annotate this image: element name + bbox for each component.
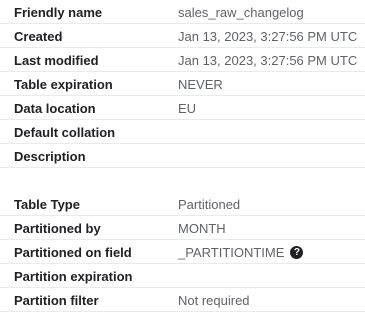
- detail-row-partitioned-by: Partitioned by MONTH: [0, 216, 365, 240]
- detail-label: Partition filter: [14, 293, 99, 308]
- detail-value: EU: [178, 101, 197, 116]
- detail-label: Data location: [14, 101, 96, 116]
- detail-label: Created: [14, 29, 63, 44]
- detail-label: Partitioned on field: [14, 245, 132, 260]
- detail-row-default-collation: Default collation: [0, 120, 365, 144]
- detail-label: Description: [14, 149, 86, 164]
- detail-row-last-modified: Last modified Jan 13, 2023, 3:27:56 PM U…: [0, 48, 365, 72]
- detail-label: Table Type: [14, 197, 80, 212]
- detail-row-table-expiration: Table expiration NEVER: [0, 72, 365, 96]
- detail-value: Jan 13, 2023, 3:27:56 PM UTC: [178, 29, 358, 44]
- detail-value: MONTH: [178, 221, 226, 236]
- detail-row-friendly-name: Friendly name sales_raw_changelog: [0, 0, 365, 24]
- detail-value: NEVER: [178, 77, 223, 92]
- detail-row-partitioned-on-field: Partitioned on field _PARTITIONTIME ?: [0, 240, 365, 264]
- detail-value: Jan 13, 2023, 3:27:56 PM UTC: [178, 53, 358, 68]
- detail-row-table-type: Table Type Partitioned: [0, 192, 365, 216]
- partitioning-info-section: Table Type Partitioned Partitioned by MO…: [0, 192, 365, 312]
- detail-value: Partitioned: [178, 197, 241, 212]
- detail-value: sales_raw_changelog: [178, 5, 304, 20]
- detail-label: Table expiration: [14, 77, 113, 92]
- detail-label: Last modified: [14, 53, 99, 68]
- detail-value-with-help: _PARTITIONTIME ?: [178, 245, 304, 260]
- detail-label: Partitioned by: [14, 221, 101, 236]
- help-icon[interactable]: ?: [290, 246, 304, 259]
- detail-label: Partition expiration: [14, 269, 133, 284]
- detail-value: Not required: [178, 293, 250, 308]
- table-details: Friendly name sales_raw_changelog Create…: [0, 0, 365, 322]
- detail-row-data-location: Data location EU: [0, 96, 365, 120]
- detail-value-text: _PARTITIONTIME: [178, 245, 285, 260]
- detail-row-description: Description: [0, 144, 365, 168]
- detail-row-partition-filter: Partition filter Not required: [0, 288, 365, 312]
- general-info-section: Friendly name sales_raw_changelog Create…: [0, 0, 365, 168]
- detail-row-partition-expiration: Partition expiration: [0, 264, 365, 288]
- detail-label: Friendly name: [14, 5, 103, 20]
- detail-row-created: Created Jan 13, 2023, 3:27:56 PM UTC: [0, 24, 365, 48]
- detail-label: Default collation: [14, 125, 116, 140]
